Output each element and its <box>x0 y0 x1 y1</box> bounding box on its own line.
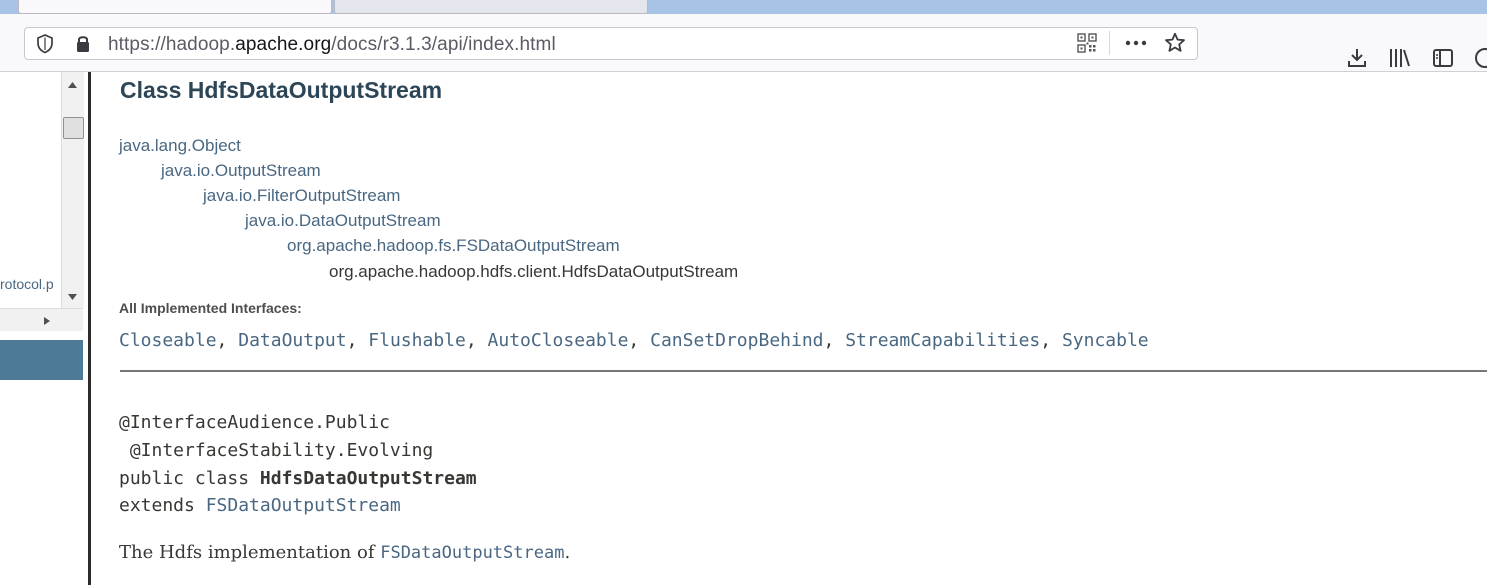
divider <box>120 370 1487 372</box>
vertical-scrollbar[interactable] <box>61 72 84 308</box>
class-name: HdfsDataOutputStream <box>259 468 477 489</box>
annotation-audience: @InterfaceAudience.Public <box>119 412 390 433</box>
scrollbar-thumb[interactable] <box>63 117 84 139</box>
library-icon[interactable] <box>1388 47 1412 69</box>
scroll-right-arrow-icon[interactable] <box>44 317 50 325</box>
interfaces-list: Closeable, DataOutput, Flushable, AutoCl… <box>119 330 1149 351</box>
inheritance-link[interactable]: java.io.FilterOutputStream <box>203 186 400 206</box>
interface-link[interactable]: Syncable <box>1062 330 1149 351</box>
interface-link[interactable]: StreamCapabilities <box>845 330 1040 351</box>
bookmark-star-icon[interactable] <box>1164 32 1186 54</box>
scroll-up-arrow-icon[interactable] <box>68 82 77 88</box>
inheritance-link[interactable]: java.io.OutputStream <box>161 161 321 181</box>
tab-strip <box>0 0 1487 14</box>
class-declaration: public class HdfsDataOutputStream <box>119 468 477 489</box>
interface-link[interactable]: DataOutput <box>238 330 346 351</box>
package-link[interactable]: rotocol.p <box>0 276 60 292</box>
qr-code-icon[interactable] <box>1077 33 1097 53</box>
separator <box>1109 31 1110 55</box>
lock-icon[interactable] <box>75 34 91 53</box>
inheritance-current: org.apache.hadoop.hdfs.client.HdfsDataOu… <box>329 262 739 281</box>
inheritance-link[interactable]: java.lang.Object <box>119 136 241 156</box>
extends-declaration: extends FSDataOutputStream <box>119 495 401 516</box>
inheritance-link[interactable]: org.apache.hadoop.fs.FSDataOutputStream <box>287 236 620 256</box>
tab-inactive[interactable] <box>334 0 648 14</box>
interface-link[interactable]: AutoCloseable <box>488 330 629 351</box>
sidebar-icon[interactable] <box>1432 47 1454 69</box>
class-description: The Hdfs implementation of FSDataOutputS… <box>119 542 571 563</box>
superclass-link[interactable]: FSDataOutputStream <box>206 495 401 516</box>
horizontal-scrollbar[interactable] <box>0 308 83 331</box>
class-doc-content: Class HdfsDataOutputStream java.lang.Obj… <box>91 72 1487 585</box>
account-icon[interactable] <box>1474 47 1487 69</box>
left-frame-header <box>0 340 83 380</box>
description-link[interactable]: FSDataOutputStream <box>380 543 564 563</box>
tab-active[interactable] <box>18 0 332 14</box>
inheritance-link[interactable]: java.io.DataOutputStream <box>245 211 441 231</box>
more-icon[interactable] <box>1125 40 1147 46</box>
url-bar[interactable]: https://hadoop.apache.org/docs/r3.1.3/ap… <box>24 27 1198 60</box>
annotation-stability: @InterfaceStability.Evolving <box>119 440 434 461</box>
implemented-interfaces-label: All Implemented Interfaces: <box>119 300 302 316</box>
download-icon[interactable] <box>1346 47 1368 69</box>
page-title: Class HdfsDataOutputStream <box>120 77 443 103</box>
shield-icon[interactable] <box>36 34 54 54</box>
interface-link[interactable]: CanSetDropBehind <box>650 330 823 351</box>
interface-link[interactable]: Closeable <box>119 330 217 351</box>
interface-link[interactable]: Flushable <box>368 330 466 351</box>
url-text[interactable]: https://hadoop.apache.org/docs/r3.1.3/ap… <box>108 34 556 56</box>
navigation-toolbar: https://hadoop.apache.org/docs/r3.1.3/ap… <box>0 14 1487 72</box>
scroll-down-arrow-icon[interactable] <box>68 294 77 300</box>
